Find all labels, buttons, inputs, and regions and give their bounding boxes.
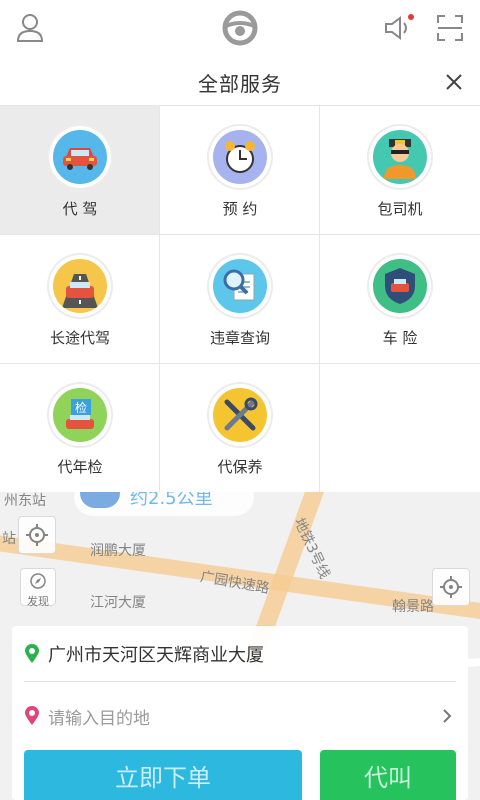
destination-row[interactable]: 请输入目的地 — [24, 688, 456, 744]
map-label: 站 — [2, 531, 16, 547]
driver-distance-bubble: 约2.5公里 — [74, 492, 254, 516]
distance-text: 约2.5公里 — [130, 492, 213, 509]
magnifier-document-icon — [213, 259, 267, 313]
service-car-insurance[interactable]: 车 险 — [320, 235, 480, 364]
service-label: 代年检 — [57, 458, 103, 476]
top-bar — [0, 0, 480, 56]
service-icon-ring — [209, 384, 271, 446]
service-hire-driver[interactable]: 包司机 — [320, 106, 480, 235]
services-panel-header: 全部服务 — [0, 56, 480, 106]
service-designated-driver[interactable]: 代 驾 — [0, 106, 160, 235]
service-icon-ring — [209, 126, 271, 188]
steering-wheel-logo — [222, 8, 258, 48]
pickup-pin-icon — [24, 643, 40, 664]
call-driver-button[interactable]: 代叫 — [320, 750, 456, 800]
service-label: 长途代驾 — [49, 329, 110, 347]
order-now-button[interactable]: 立即下单 — [24, 750, 302, 800]
map-label: 州东站 — [4, 493, 46, 509]
service-long-distance[interactable]: 长途代驾 — [0, 235, 160, 364]
svg-text:检: 检 — [75, 400, 87, 415]
destination-pin-icon — [24, 706, 40, 726]
discover-button[interactable]: 发现 — [20, 568, 56, 608]
chevron-right-icon — [442, 708, 452, 729]
service-icon-ring — [369, 255, 431, 317]
user-icon[interactable] — [14, 12, 46, 44]
app-screen: 全部服务 代 驾 预 约 包司机 长途代驾 违章查询 车 险 检 代年检 代保养… — [0, 0, 480, 800]
shield-car-icon — [373, 259, 427, 313]
service-icon-ring: 检 — [49, 384, 111, 446]
map-label: 江河大厦 — [90, 595, 146, 611]
services-panel-title: 全部服务 — [198, 72, 282, 96]
tools-icon — [213, 388, 267, 442]
service-label: 代保养 — [217, 458, 263, 476]
driver-avatar — [80, 492, 120, 508]
map-label: 润鹏大厦 — [90, 543, 146, 559]
service-reservation[interactable]: 预 约 — [160, 106, 320, 235]
locate-icon[interactable] — [18, 516, 56, 554]
service-label: 违章查询 — [209, 329, 270, 347]
scan-icon[interactable] — [434, 12, 466, 44]
road-car-icon — [53, 259, 107, 313]
service-label: 代 驾 — [62, 200, 98, 218]
pickup-address: 广州市天河区天辉商业大厦 — [48, 644, 264, 666]
speaker-icon[interactable] — [382, 12, 414, 44]
service-label: 包司机 — [377, 200, 423, 218]
service-icon-ring — [49, 255, 111, 317]
alarm-clock-icon — [213, 130, 267, 184]
service-icon-ring — [209, 255, 271, 317]
inspection-car-icon: 检 — [53, 388, 107, 442]
service-label: 预 约 — [222, 200, 258, 218]
service-label: 车 险 — [382, 329, 418, 347]
recenter-icon[interactable] — [432, 568, 470, 606]
service-violation-query[interactable]: 违章查询 — [160, 235, 320, 364]
map-label: 翰景路 — [392, 599, 434, 615]
destination-placeholder: 请输入目的地 — [48, 708, 150, 729]
chauffeur-icon — [373, 130, 427, 184]
service-icon-ring — [49, 126, 111, 188]
empty-cell — [320, 364, 480, 493]
notification-dot — [408, 14, 414, 20]
service-annual-inspection[interactable]: 检 代年检 — [0, 364, 160, 493]
pickup-address-row[interactable]: 广州市天河区天辉商业大厦 — [24, 626, 456, 682]
services-grid: 代 驾 预 约 包司机 长途代驾 违章查询 车 险 检 代年检 代保养 — [0, 106, 480, 493]
car-icon — [53, 130, 107, 184]
service-maintenance[interactable]: 代保养 — [160, 364, 320, 493]
close-icon[interactable] — [442, 70, 466, 94]
discover-label: 发现 — [27, 595, 49, 608]
compass-icon — [30, 573, 46, 589]
service-icon-ring — [369, 126, 431, 188]
